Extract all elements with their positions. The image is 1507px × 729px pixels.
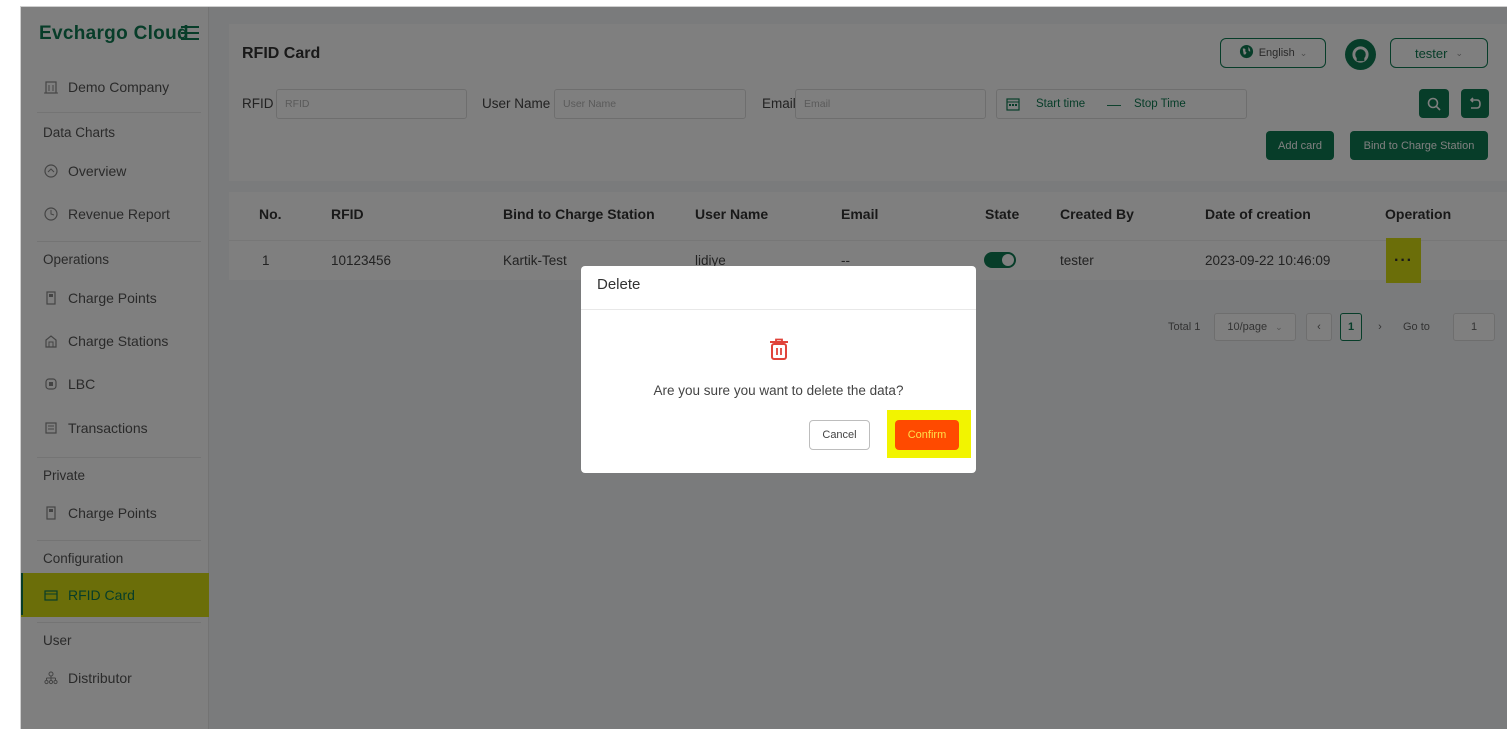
app-window: Evchargo Cloud Demo Company Data Charts … (20, 6, 1507, 729)
cancel-button[interactable]: Cancel (809, 420, 870, 450)
modal-overlay[interactable]: Delete Are you sure you want to delete t… (21, 7, 1507, 729)
dialog-title: Delete (597, 276, 641, 293)
dialog-divider (581, 309, 976, 310)
delete-dialog: Delete Are you sure you want to delete t… (581, 266, 976, 473)
confirm-button[interactable]: Confirm (895, 420, 959, 450)
dialog-message: Are you sure you want to delete the data… (653, 383, 904, 398)
trash-icon (767, 337, 791, 361)
